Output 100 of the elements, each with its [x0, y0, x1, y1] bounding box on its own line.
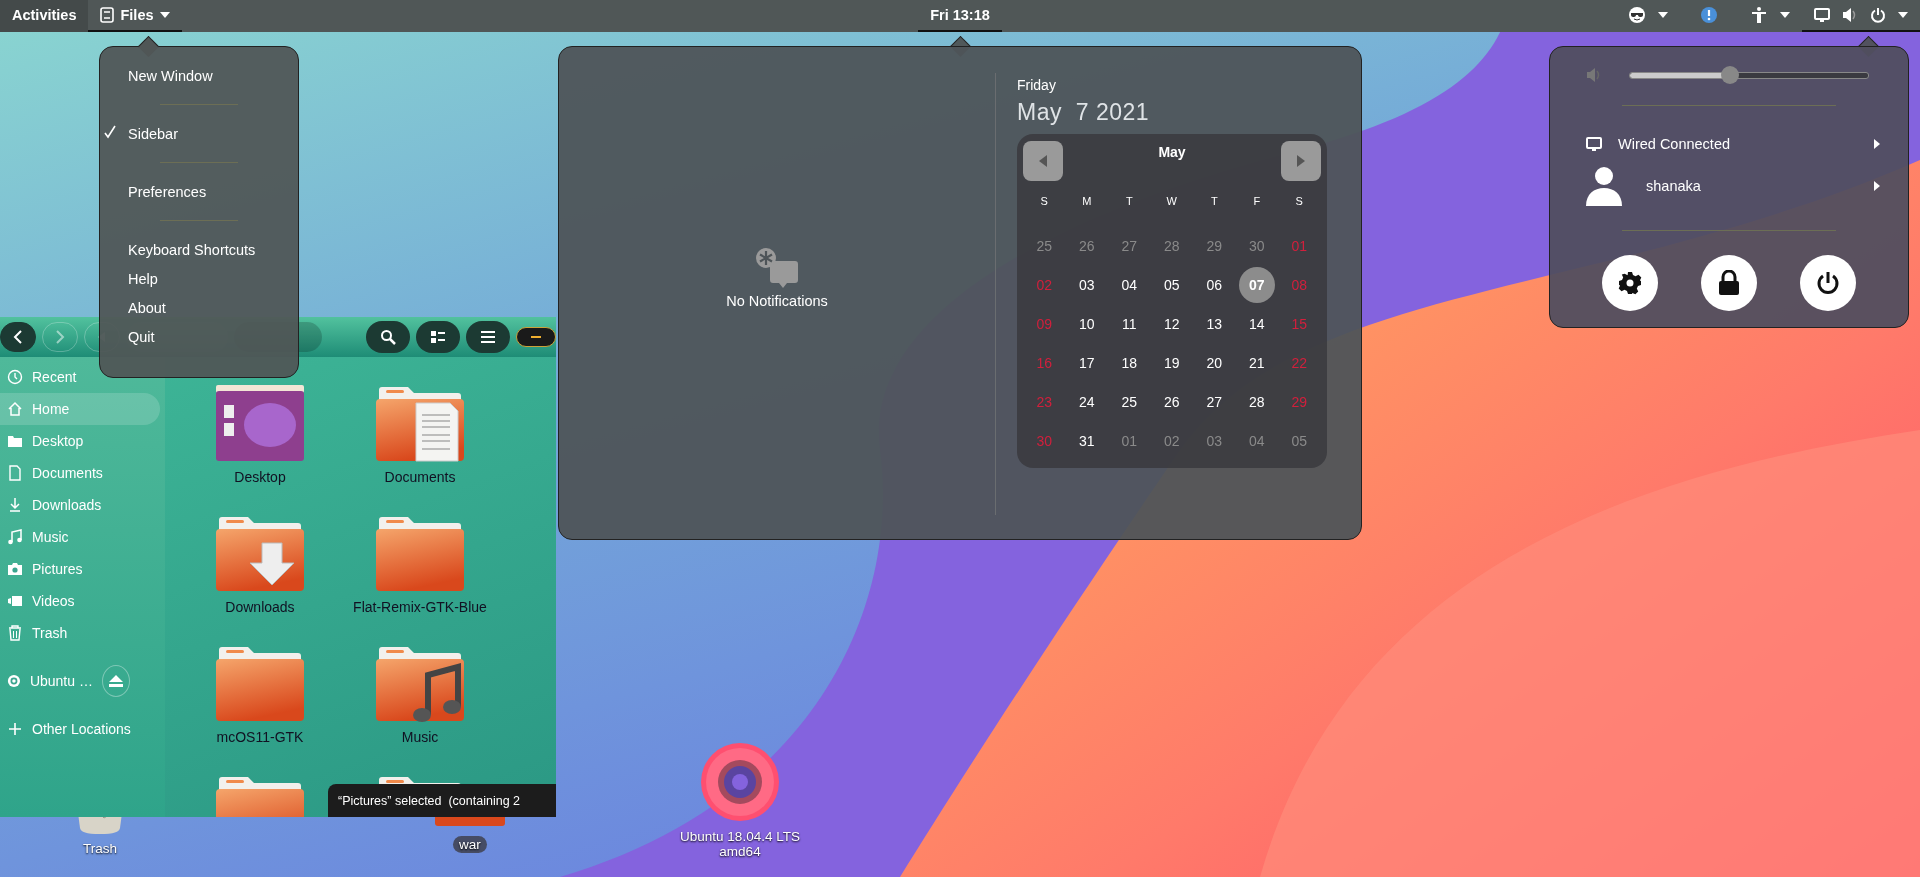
power-button[interactable] — [1800, 255, 1856, 311]
calendar-day[interactable]: 04 — [1239, 424, 1274, 458]
calendar-day[interactable]: 08 — [1282, 268, 1317, 302]
places-item[interactable]: Documents — [0, 457, 160, 489]
trash-icon — [7, 625, 23, 641]
view-toggle-button[interactable] — [416, 321, 460, 353]
folder-icon — [7, 433, 23, 449]
calendar-day[interactable]: 01 — [1112, 424, 1147, 458]
calendar-day[interactable]: 25 — [1112, 385, 1147, 419]
network-menu-item[interactable]: Wired Connected — [1550, 126, 1908, 162]
caret-icon — [1658, 12, 1668, 18]
power-icon — [1870, 7, 1886, 23]
chevron-right-icon — [55, 330, 65, 344]
places-item[interactable]: Other Locations — [0, 713, 160, 745]
calendar-day[interactable]: 11 — [1112, 307, 1147, 341]
calendar-day[interactable]: 31 — [1069, 424, 1104, 458]
calendar-day[interactable]: 05 — [1154, 268, 1189, 302]
calendar-day[interactable]: 21 — [1239, 346, 1274, 380]
caret-icon — [159, 12, 170, 18]
status-text: “Pictures” selected (containing 2 — [338, 793, 521, 808]
folder-label: Flat-Remix-GTK-Blue — [353, 599, 487, 615]
menu-item[interactable]: Help — [100, 264, 298, 293]
calendar-day[interactable]: 18 — [1112, 346, 1147, 380]
menu-button[interactable] — [466, 321, 510, 353]
calendar-day[interactable]: 28 — [1154, 229, 1189, 263]
triangle-right-icon — [1874, 139, 1880, 149]
calendar-day[interactable]: 24 — [1069, 385, 1104, 419]
sunglasses-face-icon[interactable] — [1628, 6, 1646, 24]
calendar-day[interactable]: 27 — [1197, 385, 1232, 419]
search-button[interactable] — [366, 321, 410, 353]
info-icon[interactable] — [1700, 6, 1718, 24]
calendar-day[interactable]: 06 — [1197, 268, 1232, 302]
calendar-day[interactable]: 15 — [1282, 307, 1317, 341]
settings-button[interactable] — [1602, 255, 1658, 311]
user-menu-item[interactable]: shanaka — [1550, 162, 1908, 210]
places-item[interactable]: Downloads — [0, 489, 160, 521]
menu-item[interactable]: About — [100, 293, 298, 322]
calendar-day[interactable]: 17 — [1069, 346, 1104, 380]
monitor-icon — [1814, 8, 1830, 22]
minimize-button[interactable] — [516, 327, 556, 347]
accessibility-icon[interactable] — [1750, 6, 1768, 24]
places-item[interactable]: Music — [0, 521, 160, 553]
calendar-day[interactable]: 20 — [1197, 346, 1232, 380]
menu-item[interactable]: New Window — [100, 61, 298, 90]
calendar-day[interactable]: 23 — [1027, 385, 1062, 419]
calendar-day[interactable]: 07 — [1238, 267, 1275, 303]
folder-label: Documents — [384, 469, 456, 485]
calendar-day[interactable]: 14 — [1239, 307, 1274, 341]
weekday-header: S — [1040, 194, 1048, 209]
calendar-day[interactable]: 12 — [1154, 307, 1189, 341]
calendar-day[interactable]: 04 — [1112, 268, 1147, 302]
calendar-day[interactable]: 28 — [1239, 385, 1274, 419]
clock-button[interactable]: Fri 13:18 — [918, 0, 1002, 32]
menu-item[interactable]: Preferences — [100, 177, 298, 206]
calendar-day[interactable]: 05 — [1282, 424, 1317, 458]
calendar-day[interactable]: 25 — [1027, 229, 1062, 263]
calendar-day[interactable]: 16 — [1027, 346, 1062, 380]
calendar-day[interactable]: 22 — [1282, 346, 1317, 380]
previous-month-button[interactable] — [1023, 141, 1063, 181]
menu-item[interactable]: Sidebar — [100, 119, 298, 148]
calendar-day[interactable]: 02 — [1027, 268, 1062, 302]
app-menu-button[interactable]: Files — [88, 0, 182, 32]
chat-bubble-icon — [755, 247, 799, 289]
calendar-day[interactable]: 29 — [1282, 385, 1317, 419]
weekday-header: T — [1125, 194, 1133, 209]
next-month-button[interactable] — [1281, 141, 1321, 181]
calendar-day[interactable]: 19 — [1154, 346, 1189, 380]
menu-item[interactable]: Keyboard Shortcuts — [100, 235, 298, 264]
activities-button[interactable]: Activities — [0, 0, 89, 32]
minus-icon — [531, 336, 541, 338]
places-item[interactable]: Trash — [0, 617, 160, 649]
places-item[interactable]: Videos — [0, 585, 160, 617]
calendar-day[interactable]: 30 — [1027, 424, 1062, 458]
calendar-day[interactable]: 01 — [1282, 229, 1317, 263]
calendar-day[interactable]: 09 — [1027, 307, 1062, 341]
places-item[interactable]: Pictures — [0, 553, 160, 585]
calendar-day[interactable]: 29 — [1197, 229, 1232, 263]
menu-item[interactable]: Quit — [100, 322, 298, 351]
calendar-day[interactable]: 02 — [1154, 424, 1189, 458]
weekday-header: T — [1210, 194, 1218, 209]
places-item[interactable]: Desktop — [0, 425, 160, 457]
calendar-day[interactable]: 30 — [1239, 229, 1274, 263]
calendar-day[interactable]: 10 — [1069, 307, 1104, 341]
file-cabinet-icon — [100, 7, 115, 23]
slider-thumb[interactable] — [1720, 66, 1739, 84]
back-button[interactable] — [0, 322, 36, 352]
places-item[interactable]: Home — [0, 393, 160, 425]
calendar-day[interactable]: 27 — [1112, 229, 1147, 263]
caret-icon — [1780, 12, 1790, 18]
calendar-day[interactable]: 03 — [1197, 424, 1232, 458]
lock-button[interactable] — [1701, 255, 1757, 311]
places-item[interactable]: Ubuntu … — [0, 665, 160, 697]
calendar-day[interactable]: 26 — [1069, 229, 1104, 263]
calendar-day[interactable]: 26 — [1154, 385, 1189, 419]
calendar-day[interactable]: 13 — [1197, 307, 1232, 341]
home-icon — [7, 401, 23, 417]
folder-label: Music — [401, 729, 439, 745]
calendar-day[interactable]: 03 — [1069, 268, 1104, 302]
music-note-icon — [7, 529, 23, 545]
folder-label: Desktop — [234, 469, 286, 485]
